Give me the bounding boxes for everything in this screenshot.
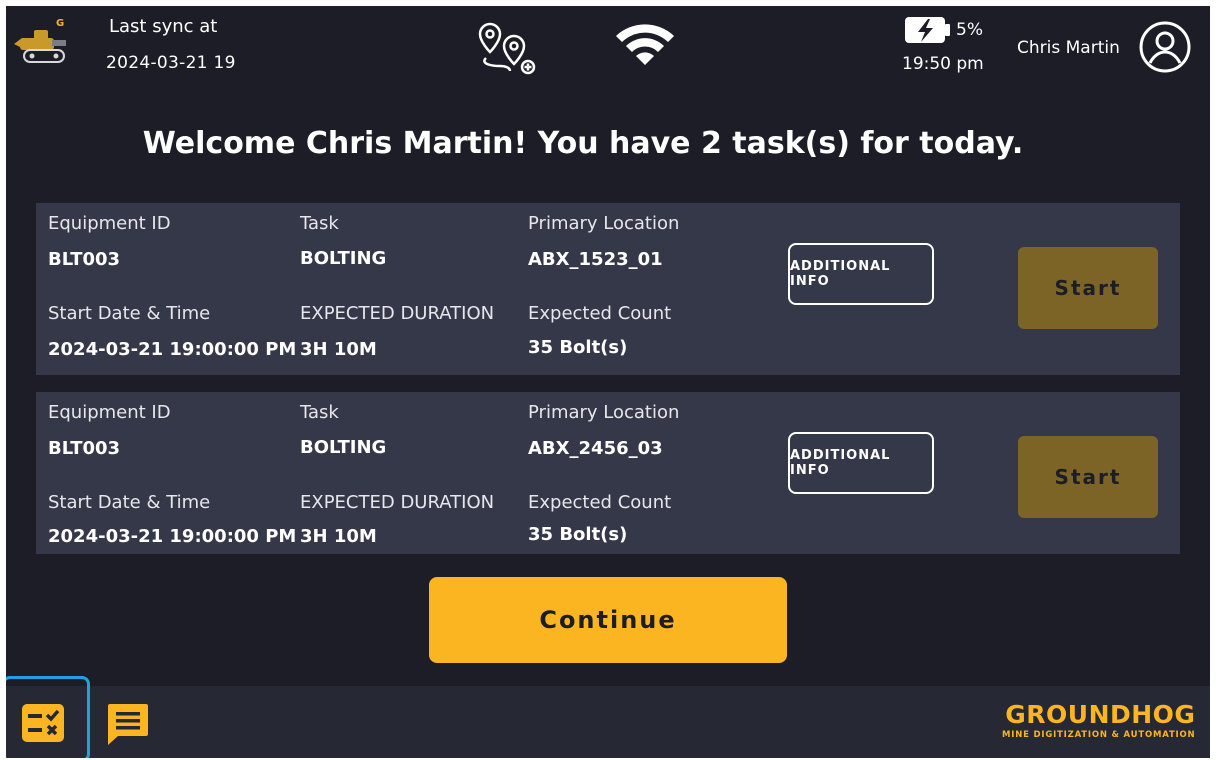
welcome-message: Welcome Chris Martin! You have 2 task(s)… <box>142 126 1024 161</box>
start-button[interactable]: Start <box>1018 247 1158 329</box>
task-value: BOLTING <box>300 437 387 458</box>
battery-charging-icon <box>905 17 950 43</box>
start-button[interactable]: Start <box>1018 436 1158 518</box>
expected-count-value: 35 Bolt(s) <box>528 524 628 545</box>
chat-icon[interactable] <box>106 702 150 746</box>
groundhog-logo: GROUNDHOG MINE DIGITIZATION & AUTOMATION <box>1002 700 1195 740</box>
expected-duration-value: 3H 10M <box>300 526 377 547</box>
primary-location-value: ABX_2456_03 <box>528 438 663 459</box>
primary-location-value: ABX_1523_01 <box>528 249 663 270</box>
additional-info-button[interactable]: ADDITIONAL INFO <box>788 432 934 494</box>
equipment-id-value: BLT003 <box>48 249 121 270</box>
user-name: Chris Martin <box>1017 38 1120 58</box>
equipment-id-label: Equipment ID <box>48 213 171 234</box>
battery-percentage: 5% <box>956 20 983 40</box>
last-sync-value: 2024-03-21 19 <box>106 53 236 73</box>
last-sync-label: Last sync at <box>109 16 218 37</box>
equipment-id-value: BLT003 <box>48 438 121 459</box>
expected-duration-value: 3H 10M <box>300 339 377 360</box>
task-label: Task <box>300 213 339 234</box>
expected-duration-label: EXPECTED DURATION <box>300 492 495 513</box>
equipment-id-label: Equipment ID <box>48 402 171 423</box>
additional-info-button[interactable]: ADDITIONAL INFO <box>788 243 934 305</box>
route-icon[interactable] <box>476 20 538 76</box>
primary-location-label: Primary Location <box>528 402 680 423</box>
primary-location-label: Primary Location <box>528 213 680 234</box>
task-label: Task <box>300 402 339 423</box>
wifi-icon <box>616 24 674 65</box>
start-datetime-value: 2024-03-21 19:00:00 PM <box>48 339 297 360</box>
task-value: BOLTING <box>300 248 387 269</box>
tasks-icon[interactable] <box>22 704 64 742</box>
continue-button[interactable]: Continue <box>429 577 787 663</box>
expected-count-label: Expected Count <box>528 492 672 513</box>
expected-count-value: 35 Bolt(s) <box>528 337 628 358</box>
app-screen: G Last sync at 2024-03-21 19 5% 19:50 pm… <box>6 6 1210 758</box>
expected-duration-label: EXPECTED DURATION <box>300 303 495 324</box>
user-avatar-icon[interactable] <box>1138 20 1192 74</box>
task-card: Equipment ID BLT003 Task BOLTING Primary… <box>36 392 1180 554</box>
brand-name: GROUNDHOG <box>1005 700 1196 729</box>
task-card: Equipment ID BLT003 Task BOLTING Primary… <box>36 203 1180 375</box>
clock-time: 19:50 pm <box>902 54 984 74</box>
brand-tagline: MINE DIGITIZATION & AUTOMATION <box>1002 730 1196 740</box>
start-datetime-label: Start Date & Time <box>48 303 211 324</box>
start-datetime-label: Start Date & Time <box>48 492 211 513</box>
start-datetime-value: 2024-03-21 19:00:00 PM <box>48 526 297 547</box>
expected-count-label: Expected Count <box>528 303 672 324</box>
machine-logo-icon: G <box>14 18 66 63</box>
logo-letter: G <box>56 18 64 29</box>
